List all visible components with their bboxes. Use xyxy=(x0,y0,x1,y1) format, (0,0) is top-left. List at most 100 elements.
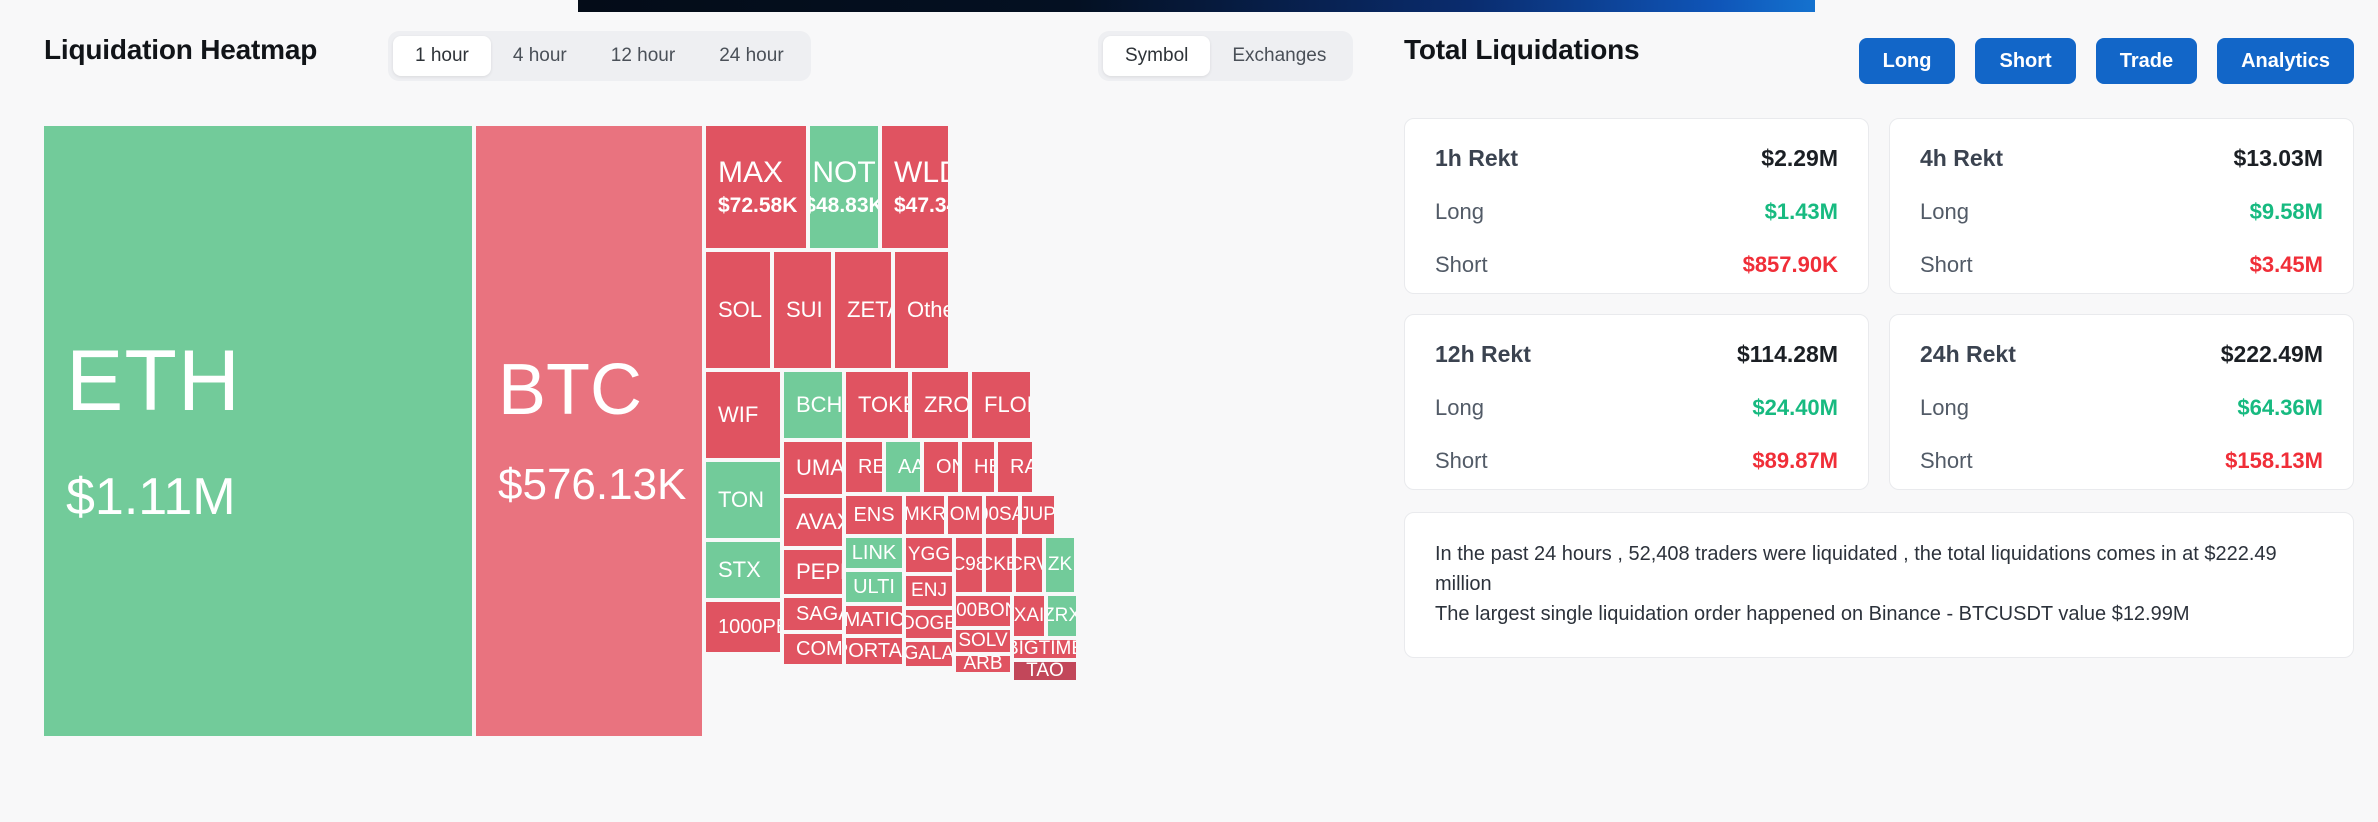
treemap-cell-zrx[interactable]: ZRX xyxy=(1048,596,1076,636)
treemap-cell-c98[interactable]: C98 xyxy=(956,538,982,592)
interval-tab-group: 1 hour 4 hour 12 hour 24 hour xyxy=(388,31,811,81)
treemap-cell-ens[interactable]: ENS xyxy=(846,496,902,534)
treemap-cell-enj[interactable]: ENJ xyxy=(906,576,952,606)
treemap-cell-symbol: 1000PEPE xyxy=(718,615,780,638)
rekt-stat-grid: 1h Rekt $2.29M Long $1.43M Short $857.90K 4h R… xyxy=(1404,118,2354,490)
treemap-cell-symbol: SOL xyxy=(718,297,763,323)
treemap-cell-symbol: BIGTIME xyxy=(1014,640,1076,658)
treemap-cell-zro[interactable]: ZRO xyxy=(912,372,968,438)
treemap-cell-ckb[interactable]: CKB xyxy=(986,538,1012,592)
stat-row-long: Long $9.58M xyxy=(1920,199,2323,225)
treemap-cell-jup[interactable]: JUP xyxy=(1022,496,1054,534)
treemap-cell-aave[interactable]: AAVE xyxy=(886,442,920,492)
treemap-cell-1000bonk[interactable]: 1000BONK xyxy=(956,596,1010,626)
treemap-cell-value: $72.58K xyxy=(718,194,798,218)
treemap-cell-wld[interactable]: WLD $47.34K xyxy=(882,126,948,248)
treemap-cell-xai[interactable]: XAI xyxy=(1014,596,1044,636)
treemap-cell-pepe[interactable]: PEPE xyxy=(784,550,842,594)
treemap-cell-reef[interactable]: REEF xyxy=(846,442,882,492)
stat-total-value: $114.28M xyxy=(1736,341,1838,367)
stat-row-total: 24h Rekt $222.49M xyxy=(1920,341,2323,368)
treemap-cell-rare[interactable]: RARE xyxy=(998,442,1032,492)
treemap-cell-avax[interactable]: AVAX xyxy=(784,498,842,546)
stat-row-long: Long $1.43M xyxy=(1435,199,1838,225)
treemap-cell-value: $48.83K xyxy=(810,194,878,218)
treemap-cell-zeta[interactable]: ZETA xyxy=(835,252,891,368)
treemap-cell-symbol: BTC xyxy=(498,350,642,430)
liquidation-treemap[interactable]: ETH $1.11M BTC $576.13K MAX $72.58K NOT $48.83K… xyxy=(44,126,1389,736)
treemap-cell-value: $47.34K xyxy=(894,194,948,218)
treemap-cell-symbol: SUI xyxy=(786,297,823,323)
mode-tab-symbol[interactable]: Symbol xyxy=(1103,36,1211,76)
page-title: Liquidation Heatmap xyxy=(44,34,318,65)
summary-line-1: In the past 24 hours , 52,408 traders we… xyxy=(1435,543,2277,595)
treemap-cell-btc[interactable]: BTC $576.13K xyxy=(476,126,702,736)
stat-row-short: Short $857.90K xyxy=(1435,252,1838,278)
treemap-cell-symbol: UMA xyxy=(796,455,842,481)
treemap-cell-gala[interactable]: GALA xyxy=(906,642,952,666)
treemap-cell-symbol: ULTI xyxy=(853,575,895,598)
treemap-cell-1000sats[interactable]: 1000SATS xyxy=(986,496,1018,534)
treemap-cell-ulti[interactable]: ULTI xyxy=(846,572,902,602)
treemap-cell-ondo[interactable]: ONDO xyxy=(924,442,958,492)
stat-short-value: $857.90K xyxy=(1742,252,1838,277)
treemap-cell-others[interactable]: Others xyxy=(895,252,948,368)
treemap-cell-symbol: PORTAL xyxy=(846,639,902,662)
treemap-cell-token[interactable]: TOKEN xyxy=(846,372,908,438)
page-header: Liquidation Heatmap 1 hour 4 hour 12 hour 2… xyxy=(0,20,2378,84)
treemap-cell-sol[interactable]: SOL xyxy=(706,252,770,368)
interval-tab-1-hour[interactable]: 1 hour xyxy=(393,36,491,76)
treemap-cell-max[interactable]: MAX $72.58K xyxy=(706,126,806,248)
long-button[interactable]: Long xyxy=(1858,38,1956,84)
treemap-cell-symbol: ETH xyxy=(66,333,241,430)
treemap-cell-ygg[interactable]: YGG xyxy=(906,538,952,572)
treemap-cell-bch[interactable]: BCH xyxy=(784,372,842,438)
treemap-cell-wif[interactable]: WIF xyxy=(706,372,780,458)
interval-tab-12-hour[interactable]: 12 hour xyxy=(589,36,697,76)
stat-long-label: Long xyxy=(1435,395,1484,420)
interval-tab-24-hour[interactable]: 24 hour xyxy=(697,36,805,76)
treemap-cell-not[interactable]: NOT $48.83K xyxy=(810,126,878,248)
treemap-cell-stx[interactable]: STX xyxy=(706,542,780,598)
treemap-cell-symbol: C98 xyxy=(956,554,982,576)
stat-row-short: Short $3.45M xyxy=(1920,252,2323,278)
treemap-cell-hbar[interactable]: HBAR xyxy=(962,442,994,492)
treemap-cell-mkr[interactable]: MKR xyxy=(906,496,944,534)
stat-period-label: 4h Rekt xyxy=(1920,145,2004,171)
treemap-cell-doge[interactable]: DOGE xyxy=(906,610,952,638)
treemap-cell-sui[interactable]: SUI xyxy=(774,252,831,368)
treemap-cell-uma[interactable]: UMA xyxy=(784,442,842,494)
treemap-cell-solv[interactable]: SOLV xyxy=(956,630,1010,652)
treemap-cell-1000pepe[interactable]: 1000PEPE xyxy=(706,602,780,652)
stat-long-label: Long xyxy=(1920,395,1969,420)
treemap-cell-crv[interactable]: CRV xyxy=(1016,538,1042,592)
stat-short-label: Short xyxy=(1435,252,1488,277)
treemap-cell-portal[interactable]: PORTAL xyxy=(846,638,902,664)
treemap-cell-eth[interactable]: ETH $1.11M xyxy=(44,126,472,736)
treemap-cell-symbol: ARB xyxy=(963,656,1003,672)
treemap-cell-symbol: LINK xyxy=(851,541,897,564)
treemap-cell-om[interactable]: OM xyxy=(948,496,982,534)
interval-tab-4-hour[interactable]: 4 hour xyxy=(491,36,589,76)
treemap-cell-bigtime[interactable]: BIGTIME xyxy=(1014,640,1076,658)
treemap-cell-ton[interactable]: TON xyxy=(706,462,780,538)
treemap-cell-symbol: MKR xyxy=(906,504,944,526)
treemap-cell-arb[interactable]: ARB xyxy=(956,656,1010,672)
stat-total-value: $2.29M xyxy=(1761,145,1838,171)
treemap-cell-symbol: PEPE xyxy=(796,559,842,585)
treemap-cell-symbol: Others xyxy=(907,297,948,323)
treemap-cell-zk[interactable]: ZK xyxy=(1046,538,1074,592)
treemap-cell-floki[interactable]: FLOKI xyxy=(972,372,1030,438)
treemap-cell-link[interactable]: LINK xyxy=(846,538,902,568)
stat-long-label: Long xyxy=(1920,199,1969,224)
treemap-cell-tao[interactable]: TAO xyxy=(1014,662,1076,680)
analytics-button[interactable]: Analytics xyxy=(2217,38,2354,84)
treemap-cell-saga[interactable]: SAGA xyxy=(784,598,842,630)
mode-tab-exchanges[interactable]: Exchanges xyxy=(1210,36,1348,76)
treemap-cell-matic[interactable]: MATIC xyxy=(846,606,902,634)
treemap-cell-symbol: ZK xyxy=(1047,554,1073,576)
short-button[interactable]: Short xyxy=(1975,38,2076,84)
trade-button[interactable]: Trade xyxy=(2095,38,2198,84)
stat-period-label: 12h Rekt xyxy=(1435,341,1531,367)
treemap-cell-comp[interactable]: COMP xyxy=(784,634,842,664)
